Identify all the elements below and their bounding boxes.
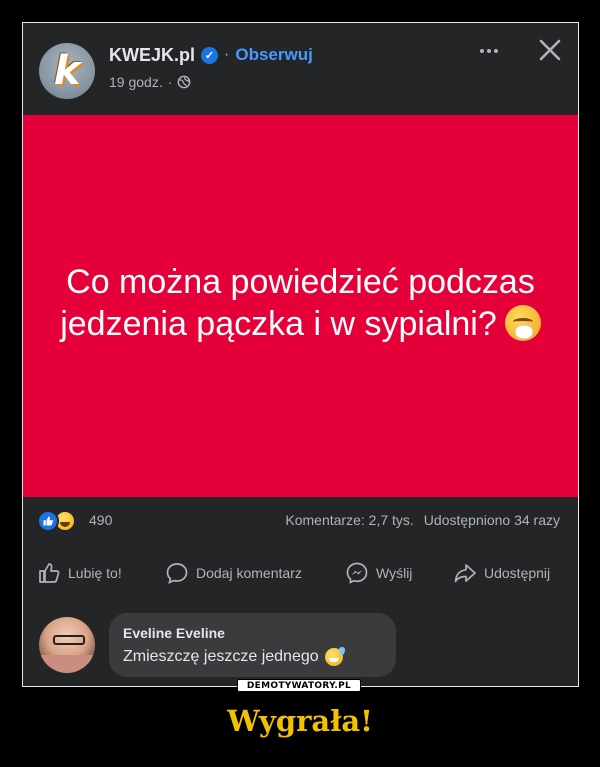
share-label: Udostępnij (484, 565, 551, 581)
shares-count[interactable]: Udostępniono 34 razy (424, 512, 560, 528)
comment-bubble-icon (166, 563, 188, 585)
page-name-row: KWEJK.pl ✓ · Obserwuj (109, 43, 313, 67)
post-image[interactable]: Co można powiedzieć podczas jedzenia pąc… (23, 115, 578, 497)
comment-author[interactable]: Eveline Eveline (123, 625, 225, 641)
like-button[interactable]: Lubię to! (37, 561, 122, 585)
reaction-icons[interactable] (37, 510, 76, 532)
more-options-icon[interactable] (475, 39, 503, 63)
post-header: k KWEJK.pl ✓ · Obserwuj 19 godz. · (23, 23, 578, 115)
comments-count[interactable]: Komentarze: 2,7 tys. (285, 512, 413, 528)
kwejk-logo: k (53, 48, 81, 94)
grinning-sweat-emoji-icon (324, 647, 345, 666)
follow-button[interactable]: Obserwuj (235, 45, 312, 65)
commenter-avatar[interactable] (39, 617, 95, 673)
post-time[interactable]: 19 godz. (109, 74, 163, 90)
like-label: Lubię to! (68, 565, 122, 581)
share-arrow-icon (454, 564, 476, 583)
send-label: Wyślij (376, 565, 413, 581)
share-button[interactable]: Udostępnij (453, 561, 550, 585)
page-name[interactable]: KWEJK.pl (109, 45, 195, 66)
post-image-text: Co można powiedzieć podczas jedzenia pąc… (56, 261, 546, 345)
comment-label: Dodaj komentarz (196, 565, 302, 581)
post-actions: Lubię to! Dodaj komentarz Wyślij Udostęp… (23, 545, 578, 601)
comment-bubble: Eveline Eveline Zmieszczę jeszcze jedneg… (109, 613, 396, 677)
poster-caption: Wygrała! (227, 704, 373, 738)
comment-body: Zmieszczę jeszcze jednego (123, 647, 345, 666)
post-stats: 490 Komentarze: 2,7 tys. Udostępniono 34… (23, 497, 578, 545)
post-meta: 19 godz. · (109, 73, 191, 91)
watermark: DEMOTYWATORY.PL (237, 679, 361, 692)
yawning-face-icon (504, 305, 541, 341)
like-reaction-icon (37, 510, 59, 532)
send-button[interactable]: Wyślij (345, 561, 412, 585)
page-avatar[interactable]: k (39, 43, 95, 99)
globe-icon (178, 75, 191, 89)
stats-right: Komentarze: 2,7 tys. Udostępniono 34 raz… (285, 512, 560, 528)
verified-badge-icon: ✓ (201, 46, 219, 64)
thumbs-up-icon (39, 563, 60, 583)
time-separator: · (167, 74, 173, 90)
post-image-caption: Co można powiedzieć podczas jedzenia pąc… (60, 263, 535, 343)
comment-button[interactable]: Dodaj komentarz (165, 561, 302, 585)
reaction-count[interactable]: 490 (89, 512, 112, 528)
comment-text: Zmieszczę jeszcze jednego (123, 648, 319, 665)
comment: Eveline Eveline Zmieszczę jeszcze jedneg… (23, 609, 578, 686)
close-icon[interactable] (535, 35, 565, 65)
facebook-post-screenshot: k KWEJK.pl ✓ · Obserwuj 19 godz. · Co mo… (22, 22, 579, 687)
separator: · (224, 46, 230, 63)
demotivator-poster: k KWEJK.pl ✓ · Obserwuj 19 godz. · Co mo… (0, 0, 600, 767)
messenger-icon (346, 562, 368, 584)
